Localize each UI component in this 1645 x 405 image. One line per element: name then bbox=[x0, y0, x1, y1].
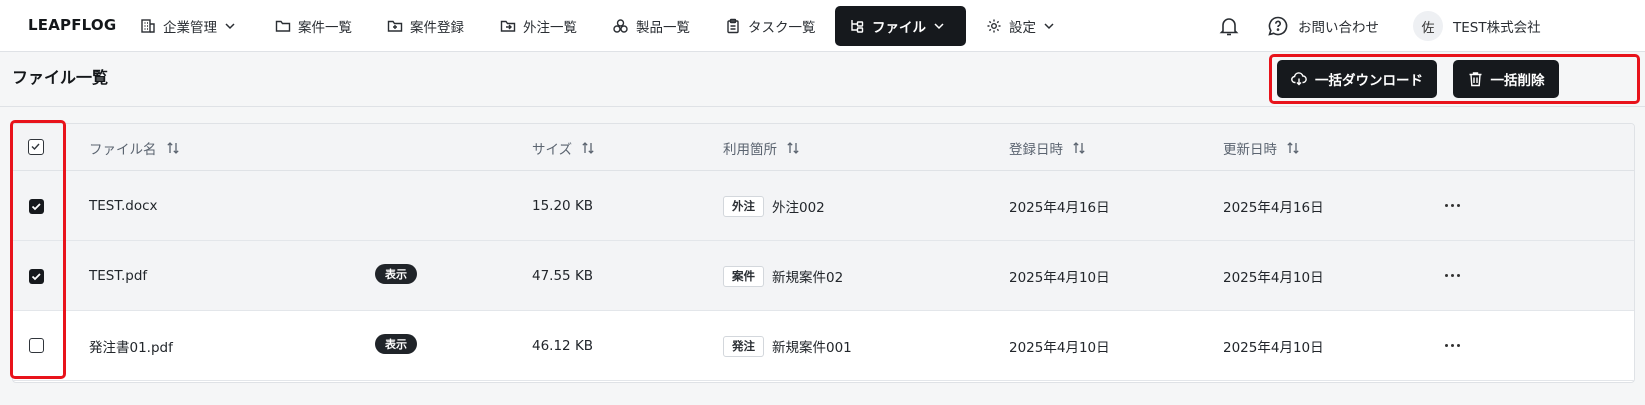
highlight-checkbox-column bbox=[10, 120, 66, 379]
column-label: 更新日時 bbox=[1223, 141, 1277, 158]
view-button[interactable]: 表示 bbox=[375, 264, 417, 284]
highlight-bulk-actions bbox=[1269, 54, 1640, 104]
usage-name[interactable]: 外注002 bbox=[772, 196, 825, 216]
view-button[interactable]: 表示 bbox=[375, 334, 417, 354]
nav-project-register-label: 案件登録 bbox=[410, 20, 464, 36]
brand-logo[interactable]: LEAPFLOG bbox=[28, 16, 116, 34]
contact-label: お問い合わせ bbox=[1298, 20, 1379, 36]
sort-icon bbox=[1287, 141, 1299, 154]
nav-product-list-label: 製品一覧 bbox=[636, 20, 690, 36]
folder-icon bbox=[275, 20, 291, 32]
nav-outsource-list[interactable]: 外注一覧 bbox=[490, 6, 587, 46]
sort-icon bbox=[582, 141, 594, 154]
file-name[interactable]: 発注書01.pdf bbox=[89, 311, 173, 381]
column-label: 登録日時 bbox=[1009, 141, 1063, 158]
bell-icon bbox=[1219, 18, 1239, 36]
usage-tag: 発注 bbox=[723, 335, 764, 357]
file-tree-icon bbox=[851, 20, 864, 33]
file-name[interactable]: TEST.pdf bbox=[89, 241, 147, 311]
sort-icon bbox=[787, 141, 799, 154]
folder-export-icon bbox=[500, 20, 516, 32]
file-table: ファイル名 サイズ 利用箇所 登録日時 更新日時 TEST.docx 15.20… bbox=[12, 123, 1635, 383]
sort-icon bbox=[166, 141, 179, 154]
table-row[interactable]: 発注書01.pdf 表示 46.12 KB 発注 新規案件001 2025年4月… bbox=[13, 311, 1634, 381]
usage-name[interactable]: 新規案件001 bbox=[772, 336, 852, 356]
building-icon bbox=[141, 19, 155, 33]
column-header-updated[interactable]: 更新日時 bbox=[1223, 124, 1300, 171]
updated-date: 2025年4月10日 bbox=[1223, 270, 1324, 286]
notification-button[interactable] bbox=[1218, 6, 1240, 46]
nav-files[interactable]: ファイル bbox=[835, 6, 966, 46]
column-header-created[interactable]: 登録日時 bbox=[1009, 124, 1086, 171]
help-chat-icon bbox=[1268, 16, 1288, 36]
created-date: 2025年4月10日 bbox=[1009, 270, 1110, 286]
chevron-down-icon bbox=[225, 23, 235, 30]
updated-date: 2025年4月10日 bbox=[1223, 340, 1324, 356]
nav-settings-label: 設定 bbox=[1009, 20, 1036, 36]
nav-project-list-label: 案件一覧 bbox=[298, 20, 352, 36]
nav-task-list-label: タスク一覧 bbox=[748, 20, 816, 36]
usage-cell: 発注 新規案件001 bbox=[723, 311, 852, 381]
updated-date: 2025年4月16日 bbox=[1223, 200, 1324, 216]
sort-icon bbox=[1073, 141, 1085, 154]
column-header-size[interactable]: サイズ bbox=[532, 124, 595, 171]
table-row[interactable]: TEST.pdf 表示 47.55 KB 案件 新規案件02 2025年4月10… bbox=[13, 241, 1634, 311]
usage-cell: 案件 新規案件02 bbox=[723, 241, 843, 311]
usage-tag: 案件 bbox=[723, 265, 764, 287]
nav-project-register[interactable]: 案件登録 bbox=[377, 6, 474, 46]
column-label: ファイル名 bbox=[89, 141, 157, 158]
file-size: 47.55 KB bbox=[532, 268, 594, 284]
chevron-down-icon bbox=[1044, 23, 1054, 30]
top-navigation: LEAPFLOG 企業管理 案件一覧 案件登録 外注一覧 製品一覧 タスク一覧 … bbox=[0, 0, 1645, 52]
company-name: TEST株式会社 bbox=[1453, 20, 1541, 36]
column-label: 利用箇所 bbox=[723, 141, 777, 158]
column-label: サイズ bbox=[532, 141, 573, 158]
nav-company-management[interactable]: 企業管理 bbox=[130, 6, 246, 46]
nav-task-list[interactable]: タスク一覧 bbox=[715, 6, 826, 46]
nav-outsource-list-label: 外注一覧 bbox=[523, 20, 577, 36]
nav-product-list[interactable]: 製品一覧 bbox=[602, 6, 700, 46]
file-name[interactable]: TEST.docx bbox=[89, 171, 158, 241]
gear-icon bbox=[987, 19, 1001, 33]
clipboard-icon bbox=[727, 18, 739, 34]
usage-name[interactable]: 新規案件02 bbox=[772, 266, 843, 286]
chevron-down-icon bbox=[934, 23, 944, 30]
more-actions-icon[interactable] bbox=[1445, 274, 1460, 277]
more-actions-icon[interactable] bbox=[1445, 344, 1460, 347]
file-size: 15.20 KB bbox=[532, 198, 594, 214]
contact-link[interactable]: お問い合わせ bbox=[1267, 6, 1379, 46]
usage-tag: 外注 bbox=[723, 195, 764, 217]
header-divider bbox=[0, 106, 1645, 107]
usage-cell: 外注 外注002 bbox=[723, 171, 825, 241]
table-row[interactable]: TEST.docx 15.20 KB 外注 外注002 2025年4月16日 2… bbox=[13, 171, 1634, 241]
nav-company-management-label: 企業管理 bbox=[163, 20, 217, 36]
folder-plus-icon bbox=[387, 20, 403, 32]
nav-project-list[interactable]: 案件一覧 bbox=[265, 6, 362, 46]
more-actions-icon[interactable] bbox=[1445, 204, 1460, 207]
nav-files-label: ファイル bbox=[872, 20, 926, 36]
column-header-file-name[interactable]: ファイル名 bbox=[89, 124, 180, 171]
created-date: 2025年4月16日 bbox=[1009, 200, 1110, 216]
avatar: 佐 bbox=[1413, 11, 1443, 41]
nav-settings[interactable]: 設定 bbox=[976, 6, 1065, 46]
column-header-usage[interactable]: 利用箇所 bbox=[723, 124, 800, 171]
page-title: ファイル一覧 bbox=[12, 68, 109, 87]
table-header: ファイル名 サイズ 利用箇所 登録日時 更新日時 bbox=[13, 124, 1634, 171]
account-menu[interactable]: 佐 TEST株式会社 bbox=[1413, 6, 1541, 46]
boxes-icon bbox=[613, 19, 628, 33]
file-size: 46.12 KB bbox=[532, 338, 594, 354]
created-date: 2025年4月10日 bbox=[1009, 340, 1110, 356]
